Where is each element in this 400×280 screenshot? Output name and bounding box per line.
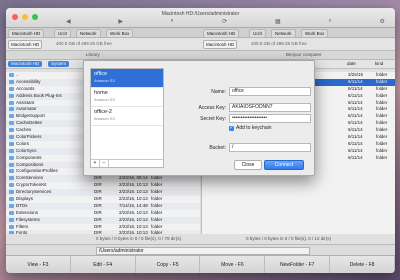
list-controls: + − xyxy=(91,159,163,167)
forward-icon[interactable]: ▶ xyxy=(118,18,123,25)
account-name: office-2 xyxy=(94,109,112,115)
connect-button[interactable]: Connect xyxy=(264,160,304,170)
name-field[interactable]: office xyxy=(229,87,311,96)
bucket-field[interactable]: / xyxy=(229,143,311,152)
search-icon[interactable]: ⌕ xyxy=(328,18,331,25)
account-type: Amazon S3 xyxy=(94,78,115,83)
account-type: Amazon S3 xyxy=(94,97,115,102)
name-label: Name: xyxy=(211,89,226,95)
toggle-icon[interactable]: ◐ xyxy=(171,18,175,25)
add-account-button[interactable]: + xyxy=(91,160,100,167)
keychain-checkbox[interactable]: ✓ Add to keychain xyxy=(229,125,272,131)
back-icon[interactable]: ◀ xyxy=(66,18,71,25)
remove-account-button[interactable]: − xyxy=(100,160,109,167)
title-bar: Macintosh HD:/Users/administrator ◀ ▶ ◐ … xyxy=(6,8,395,28)
view-icon[interactable]: ▦ xyxy=(275,18,281,25)
connect-dialog: office Amazon S3 home Amazon S3 office-2… xyxy=(83,60,315,176)
account-item[interactable]: home Amazon S3 xyxy=(91,88,163,107)
account-item[interactable]: office-2 Amazon S3 xyxy=(91,107,163,126)
sync-icon[interactable]: ⟳ xyxy=(222,18,227,25)
settings-icon[interactable]: ⚙ xyxy=(380,18,385,25)
account-name: office xyxy=(94,71,108,77)
checkmark-icon: ✓ xyxy=(229,124,234,131)
keychain-label: Add to keychain xyxy=(236,125,272,131)
window-title: Macintosh HD:/Users/administrator xyxy=(161,11,240,17)
access-key-field[interactable]: AKIAIOSFODNN7 xyxy=(229,103,311,112)
close-button[interactable]: Close xyxy=(234,160,262,170)
account-item[interactable]: office Amazon S3 xyxy=(91,69,163,88)
toolbar: ◀ ▶ ◐ ⟳ ▦ ⌕ ⚙ xyxy=(66,18,385,25)
secret-key-field[interactable]: •••••••••••••••••••• xyxy=(229,114,311,123)
secret-key-label: Secret Key: xyxy=(200,116,226,122)
account-list: office Amazon S3 home Amazon S3 office-2… xyxy=(90,68,164,168)
access-key-label: Access Key: xyxy=(198,105,226,111)
account-name: home xyxy=(94,90,108,96)
account-type: Amazon S3 xyxy=(94,116,115,121)
bucket-label: Bucket: xyxy=(209,145,226,151)
